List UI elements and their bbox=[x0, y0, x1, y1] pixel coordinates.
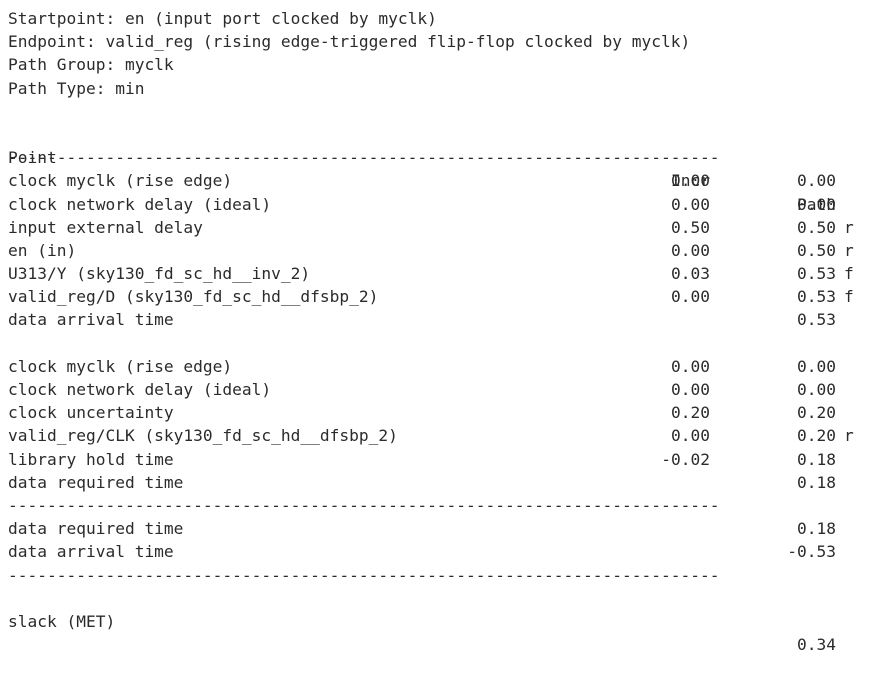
row-point: clock network delay (ideal) bbox=[8, 380, 272, 399]
row-path: 0.18 bbox=[797, 449, 836, 469]
timing-row: data required time 0.18 bbox=[8, 471, 868, 494]
row-incr: 0.00 bbox=[671, 356, 710, 376]
row-path: 0.50 bbox=[797, 217, 836, 237]
row-path: 0.53 bbox=[797, 264, 836, 284]
separator-line: ----------------------------------------… bbox=[8, 148, 720, 168]
row-path: 0.20 bbox=[797, 403, 836, 423]
row-edge: f bbox=[844, 264, 854, 284]
arrival-section: clock myclk (rise edge) 0.00 0.00 clock net… bbox=[8, 169, 868, 331]
timing-row: clock network delay (ideal) 0.00 0.00 bbox=[8, 193, 868, 216]
row-incr: 0.00 bbox=[671, 171, 710, 191]
row-path: 0.20 bbox=[797, 426, 836, 446]
slack-row: slack (MET) 0.34 bbox=[8, 587, 868, 654]
separator-line: ----------------------------------------… bbox=[8, 495, 720, 515]
summary-section: data required time 0.18 data arrival time -… bbox=[8, 517, 868, 563]
row-point: valid_reg/CLK (sky130_fd_sc_hd__dfsbp_2) bbox=[8, 426, 398, 446]
row-edge: f bbox=[844, 287, 854, 307]
row-point: input external delay bbox=[8, 217, 203, 237]
timing-row: input external delay 0.50 0.50 r bbox=[8, 216, 868, 239]
row-path: 0.53 bbox=[797, 287, 836, 307]
row-edge: r bbox=[844, 240, 854, 260]
separator-line: ----------------------------------------… bbox=[8, 565, 720, 585]
row-incr: 0.00 bbox=[671, 287, 710, 307]
timing-row: en (in) 0.00 0.50 r bbox=[8, 239, 868, 262]
startpoint-line: Startpoint: en (input port clocked by my… bbox=[8, 9, 437, 28]
timing-report: Startpoint: en (input port clocked by my… bbox=[8, 7, 868, 654]
row-point: valid_reg/D (sky130_fd_sc_hd__dfsbp_2) bbox=[8, 287, 379, 307]
row-path: 0.00 bbox=[797, 194, 836, 214]
timing-row: clock myclk (rise edge) 0.00 0.00 bbox=[8, 355, 868, 378]
required-section: clock myclk (rise edge) 0.00 0.00 clock net… bbox=[8, 355, 868, 494]
timing-row: U313/Y (sky130_fd_sc_hd__inv_2) 0.03 0.53 f bbox=[8, 262, 868, 285]
row-incr: 0.20 bbox=[671, 403, 710, 423]
row-incr: 0.03 bbox=[671, 264, 710, 284]
row-point: clock uncertainty bbox=[8, 403, 174, 423]
row-point: data arrival time bbox=[8, 542, 174, 562]
row-edge: r bbox=[844, 217, 854, 237]
timing-row: data required time 0.18 bbox=[8, 517, 868, 540]
row-point: clock myclk (rise edge) bbox=[8, 171, 233, 191]
row-edge: r bbox=[844, 426, 854, 446]
row-point: data arrival time bbox=[8, 310, 174, 330]
timing-row: library hold time -0.02 0.18 bbox=[8, 448, 868, 471]
timing-row: valid_reg/CLK (sky130_fd_sc_hd__dfsbp_2)… bbox=[8, 424, 868, 447]
endpoint-line: Endpoint: valid_reg (rising edge-trigger… bbox=[8, 32, 691, 52]
timing-row: clock uncertainty 0.20 0.20 bbox=[8, 401, 868, 424]
row-point: data required time bbox=[8, 472, 184, 492]
row-point: library hold time bbox=[8, 449, 174, 469]
row-path: 0.50 bbox=[797, 240, 836, 260]
row-incr: -0.02 bbox=[661, 449, 710, 469]
row-path: 0.00 bbox=[797, 356, 836, 376]
row-point: data required time bbox=[8, 519, 184, 539]
row-incr: 0.00 bbox=[671, 240, 710, 260]
timing-row: valid_reg/D (sky130_fd_sc_hd__dfsbp_2) 0.… bbox=[8, 285, 868, 308]
timing-row: data arrival time 0.53 bbox=[8, 308, 868, 331]
row-incr: 0.00 bbox=[671, 380, 710, 399]
row-incr: 0.00 bbox=[671, 426, 710, 446]
row-point: clock network delay (ideal) bbox=[8, 194, 272, 214]
row-point: en (in) bbox=[8, 240, 77, 260]
timing-row: clock network delay (ideal) 0.00 0.00 bbox=[8, 378, 868, 401]
row-path: 0.00 bbox=[797, 380, 836, 399]
timing-row: data arrival time -0.53 bbox=[8, 540, 868, 563]
path-group-line: Path Group: myclk bbox=[8, 55, 174, 75]
column-header-row: Point Incr Path bbox=[8, 123, 868, 213]
timing-row: clock myclk (rise edge) 0.00 0.00 bbox=[8, 169, 868, 192]
row-path: 0.18 bbox=[797, 519, 836, 539]
row-incr: 0.50 bbox=[671, 217, 710, 237]
row-point: U313/Y (sky130_fd_sc_hd__inv_2) bbox=[8, 264, 311, 284]
row-path: 0.00 bbox=[797, 171, 836, 191]
row-incr: 0.00 bbox=[671, 194, 710, 214]
row-path: 0.53 bbox=[797, 310, 836, 330]
slack-value: 0.34 bbox=[797, 635, 836, 655]
row-path: -0.53 bbox=[787, 542, 836, 562]
slack-label: slack (MET) bbox=[8, 611, 116, 631]
row-path: 0.18 bbox=[797, 472, 836, 492]
path-type-line: Path Type: min bbox=[8, 78, 145, 98]
row-point: clock myclk (rise edge) bbox=[8, 356, 233, 376]
